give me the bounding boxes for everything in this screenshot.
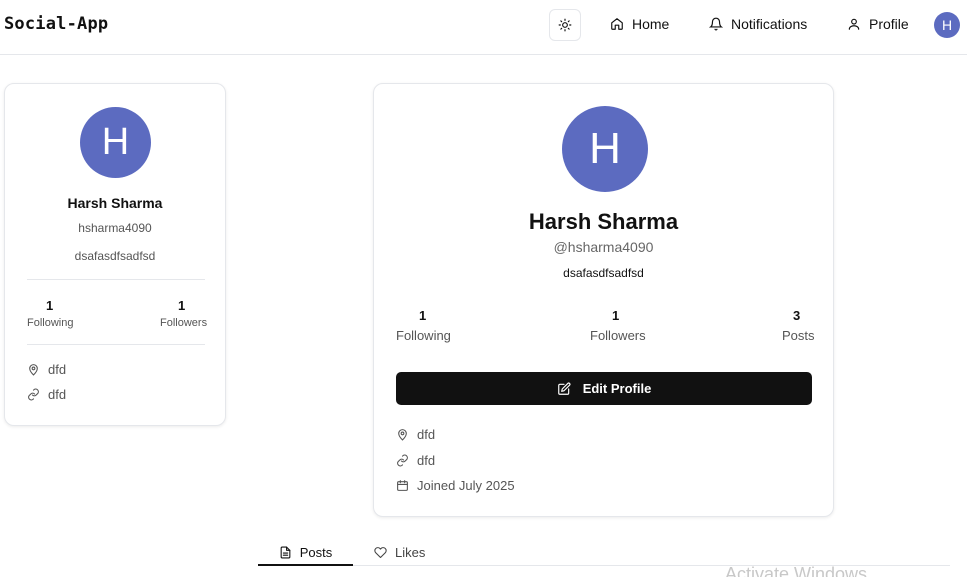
sidebar-location-row: dfd (27, 362, 66, 377)
nav-notifications-label: Notifications (731, 16, 808, 32)
profile-name: Harsh Sharma (528, 209, 679, 234)
sidebar-website-text[interactable]: dfd (48, 387, 66, 402)
user-avatar-menu[interactable]: H (934, 12, 960, 38)
sidebar-username: hsharma4090 (78, 221, 152, 235)
bell-icon (709, 17, 723, 31)
heart-icon (374, 547, 387, 559)
posts-label: Posts (782, 328, 815, 343)
edit-profile-button[interactable]: Edit Profile (396, 372, 812, 405)
profile-tabs: Posts Likes (258, 540, 950, 566)
calendar-icon (397, 480, 408, 491)
profile-location-row: dfd (396, 427, 435, 442)
sidebar-divider (27, 344, 205, 345)
nav-home-label: Home (632, 16, 670, 32)
edit-profile-label: Edit Profile (582, 381, 652, 396)
nav-notifications-link[interactable]: Notifications (709, 16, 807, 32)
sidebar-avatar: H (80, 107, 151, 178)
profile-card: H Harsh Sharma @hsharma4090 dsafasdfsadf… (373, 83, 834, 517)
tab-posts[interactable]: Posts (258, 540, 353, 566)
nav-profile-link[interactable]: Profile (847, 16, 909, 32)
profile-username: @hsharma4090 (553, 239, 654, 255)
sidebar-following-count[interactable]: 1 (46, 298, 53, 313)
file-text-icon (280, 546, 291, 558)
link-icon (397, 454, 408, 467)
following-label[interactable]: Following (396, 328, 451, 343)
sidebar-profile-card: H Harsh Sharma hsharma4090 dsafasdfsadfs… (4, 83, 226, 426)
tab-likes-label: Likes (395, 545, 426, 560)
user-icon (848, 18, 860, 30)
sidebar-location-text: dfd (48, 362, 67, 377)
profile-joined-row: Joined July 2025 (396, 478, 515, 493)
sidebar-following-label[interactable]: Following (27, 317, 73, 329)
nav-home-link[interactable]: Home (610, 16, 669, 32)
profile-bio: dsafasdfsadfsd (563, 266, 644, 280)
link-icon (28, 388, 39, 401)
home-icon (611, 18, 623, 30)
theme-toggle-button[interactable] (549, 9, 581, 41)
sidebar-divider (27, 279, 205, 280)
following-count[interactable]: 1 (419, 308, 426, 323)
edit-icon (557, 382, 571, 395)
profile-joined-text: Joined July 2025 (417, 478, 515, 493)
profile-website-text[interactable]: dfd (417, 453, 435, 468)
map-pin-icon (29, 364, 38, 376)
tab-posts-label: Posts (299, 544, 333, 560)
sun-icon (558, 18, 572, 32)
followers-count[interactable]: 1 (612, 308, 619, 323)
top-navbar: Social-App Home Notifications Profile H (0, 0, 967, 55)
sidebar-followers-count[interactable]: 1 (178, 298, 185, 313)
followers-label[interactable]: Followers (590, 328, 646, 343)
profile-website-row[interactable]: dfd (396, 453, 435, 468)
sidebar-followers-label[interactable]: Followers (160, 317, 207, 329)
tab-likes[interactable]: Likes (374, 540, 434, 565)
profile-avatar: H (562, 106, 648, 192)
app-logo[interactable]: Social-App (4, 14, 108, 34)
map-pin-icon (398, 429, 407, 441)
sidebar-website-row[interactable]: dfd (27, 387, 66, 402)
profile-location-text: dfd (417, 427, 436, 442)
os-activation-watermark: Activate Windows (725, 564, 868, 577)
posts-count: 3 (793, 308, 801, 323)
sidebar-name: Harsh Sharma (67, 195, 163, 211)
sidebar-bio: dsafasdfsadfsd (74, 249, 156, 263)
nav-profile-label: Profile (869, 16, 909, 32)
